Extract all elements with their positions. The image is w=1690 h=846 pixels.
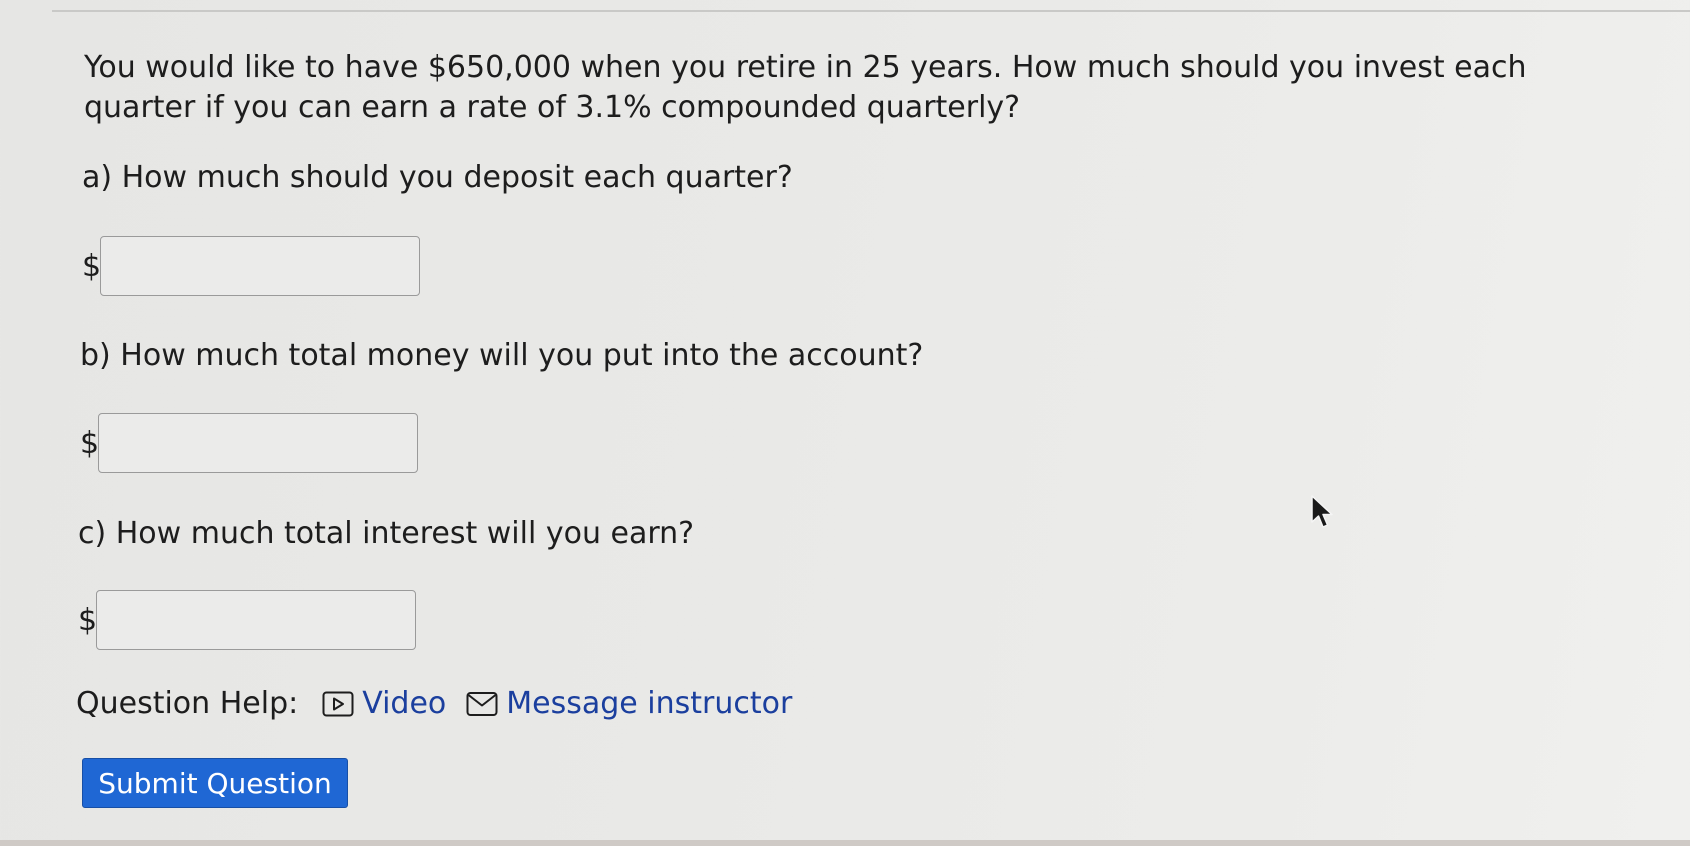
bottom-border	[0, 840, 1690, 846]
part-b-answer-row: $	[80, 413, 418, 473]
question-text: You would like to have $650,000 when you…	[84, 50, 1527, 125]
submit-question-button[interactable]: Submit Question	[82, 758, 348, 808]
dollar-sign: $	[78, 602, 98, 638]
question-help: Question Help: Video Message instructor	[76, 686, 812, 721]
top-divider	[52, 10, 1690, 12]
message-instructor-label: Message instructor	[506, 686, 793, 721]
part-b-answer-input[interactable]	[98, 413, 418, 473]
part-a-label: a) How much should you deposit each quar…	[82, 160, 793, 195]
part-c-label: c) How much total interest will you earn…	[78, 516, 695, 551]
part-a-answer-input[interactable]	[100, 236, 420, 296]
dollar-sign: $	[82, 248, 102, 284]
video-link[interactable]: Video	[322, 686, 446, 721]
dollar-sign: $	[80, 425, 100, 461]
question-help-label: Question Help:	[76, 686, 299, 721]
envelope-icon	[466, 691, 498, 716]
message-instructor-link[interactable]: Message instructor	[466, 686, 792, 721]
part-a-answer-row: $	[82, 236, 420, 296]
mouse-pointer-icon	[1311, 495, 1333, 528]
part-c-answer-input[interactable]	[96, 590, 416, 650]
part-b-label: b) How much total money will you put int…	[80, 338, 924, 373]
video-icon	[322, 691, 354, 716]
part-c-answer-row: $	[78, 590, 416, 650]
video-link-label: Video	[362, 686, 447, 721]
